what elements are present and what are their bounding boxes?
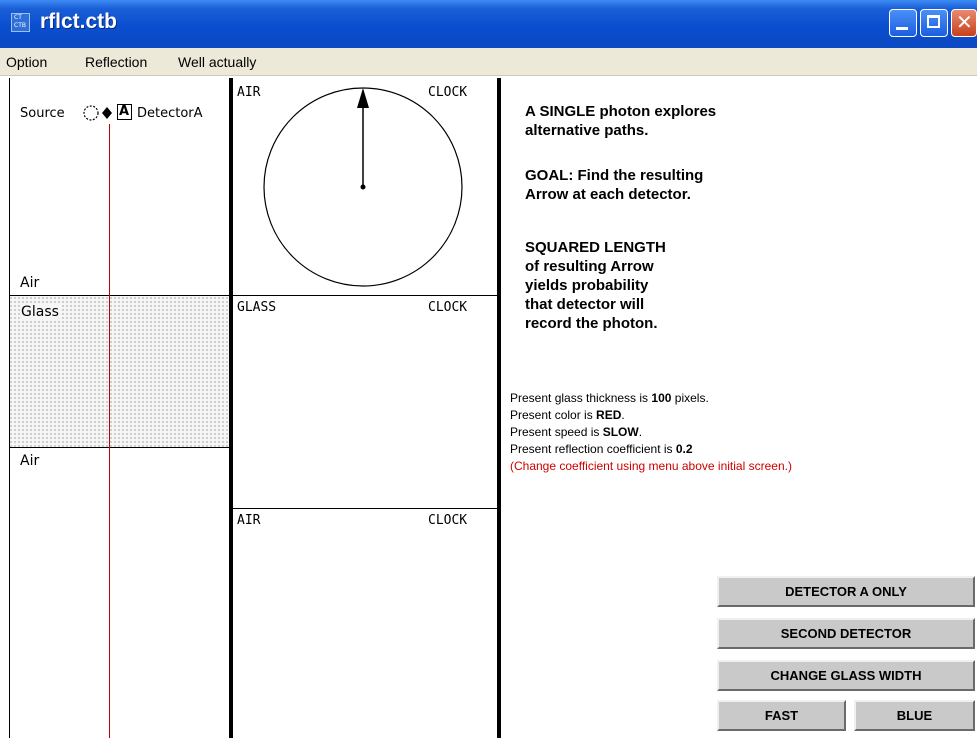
probability-line-4: that detector will	[525, 296, 645, 313]
color-status: Present color is RED.	[510, 408, 625, 422]
probability-line-5: record the photon.	[525, 315, 658, 332]
probability-line-1: SQUARED LENGTH	[525, 239, 666, 256]
glass-clock-label: CLOCK	[428, 300, 468, 315]
ctb-app-icon[interactable]: CT CTB	[11, 13, 30, 32]
experiment-panel	[9, 78, 230, 738]
detector-a-only-button[interactable]: DETECTOR A ONLY	[717, 576, 975, 607]
probability-text: SQUARED LENGTH of resulting Arrow yields…	[525, 238, 666, 333]
left-border	[9, 78, 10, 738]
goal-line-1: GOAL: Find the resulting	[525, 167, 704, 184]
minimize-icon	[896, 27, 908, 30]
close-icon: ✕	[956, 10, 973, 34]
mirror-diamond-icon	[102, 107, 112, 119]
window-title: rflct.ctb	[40, 10, 118, 33]
maximize-button[interactable]	[920, 9, 948, 37]
detector-a-icon: A	[117, 104, 132, 120]
thickness-status: Present glass thickness is 100 pixels.	[510, 391, 709, 405]
probability-line-3: yields probability	[525, 277, 649, 294]
air-top-label: Air	[20, 275, 40, 291]
goal-text: GOAL: Find the resulting Arrow at each d…	[525, 166, 703, 204]
clock-hand-arrowhead-icon	[357, 88, 369, 108]
lower-air-clock-label: CLOCK	[428, 513, 468, 528]
source-label: Source	[20, 106, 65, 121]
clock-divider-1	[229, 295, 501, 296]
probability-line-2: of resulting Arrow	[525, 258, 654, 275]
menu-bar: Option Reflection Well actually	[0, 48, 977, 76]
air-bottom-label: Air	[20, 453, 40, 469]
detector-a-letter: A	[119, 104, 130, 119]
menu-option[interactable]: Option	[6, 54, 47, 70]
menu-well-actually[interactable]: Well actually	[178, 54, 256, 70]
blue-button[interactable]: BLUE	[854, 700, 975, 731]
source-icon	[83, 105, 99, 121]
intro-text: A SINGLE photon explores alternative pat…	[525, 102, 716, 140]
goal-line-2: Arrow at each detector.	[525, 186, 691, 203]
clock-center-dot	[360, 184, 366, 190]
glass-label: Glass	[20, 304, 60, 320]
speed-status: Present speed is SLOW.	[510, 425, 643, 439]
fast-button[interactable]: FAST	[717, 700, 846, 731]
minimize-button[interactable]	[889, 9, 917, 37]
menu-reflection[interactable]: Reflection	[85, 54, 147, 70]
title-bar[interactable]: CT CTB rflct.ctb ✕	[0, 0, 977, 49]
clock-dial	[263, 87, 463, 287]
maximize-icon	[927, 15, 940, 28]
coefficient-note: (Change coefficient using menu above ini…	[510, 459, 792, 473]
lower-air-clock-region-label: AIR	[237, 513, 261, 528]
photon-path-line	[109, 124, 110, 738]
glass-clock-region-label: GLASS	[237, 300, 277, 315]
second-detector-button[interactable]: SECOND DETECTOR	[717, 618, 975, 649]
coefficient-status: Present reflection coefficient is 0.2	[510, 442, 693, 456]
detector-a-label: DetectorA	[137, 106, 203, 121]
change-glass-width-button[interactable]: CHANGE GLASS WIDTH	[717, 660, 975, 691]
intro-line-2: alternative paths.	[525, 122, 649, 139]
intro-line-1: A SINGLE photon explores	[525, 103, 717, 120]
close-button[interactable]: ✕	[951, 9, 977, 37]
clock-divider-2	[229, 508, 501, 509]
air-clock-region-label: AIR	[237, 85, 261, 100]
